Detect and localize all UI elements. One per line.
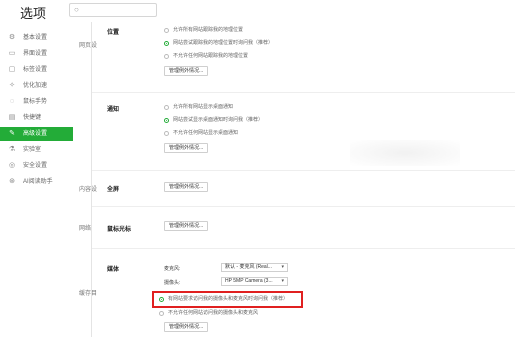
flask-icon: ⚗ bbox=[8, 146, 16, 153]
sidebar-item-optimize[interactable]: ✧ 优化加速 bbox=[0, 79, 73, 93]
fullscreen-manage-button[interactable]: 管理例外情况... bbox=[164, 182, 209, 192]
highlight-box bbox=[152, 291, 303, 308]
sidebar-item-shortcuts[interactable]: ▤ 快捷键 bbox=[0, 111, 73, 125]
search-icon: ○ bbox=[74, 5, 79, 14]
media-title: 媒体 bbox=[107, 267, 120, 273]
page-title: 选项 bbox=[20, 6, 47, 21]
sidebar-item-tabs[interactable]: ▢ 标签设置 bbox=[0, 63, 73, 77]
blurred-area bbox=[350, 140, 460, 166]
pointer-manage-button[interactable]: 管理例外情况... bbox=[164, 221, 209, 231]
keyboard-icon: ▤ bbox=[8, 114, 16, 121]
sidebar-item-label: 界面设置 bbox=[23, 51, 48, 57]
radio-label: 不允许任何网站跟踪我的地理位置 bbox=[173, 53, 249, 59]
section-cache-label: 缓存目 bbox=[79, 291, 98, 297]
rocket-icon: ✧ bbox=[9, 82, 15, 89]
ai-icon: ⊛ bbox=[9, 178, 15, 185]
chevron-down-icon: ▾ bbox=[281, 264, 284, 270]
sidebar-item-label: 安全设置 bbox=[23, 163, 48, 169]
microphone-select[interactable]: 默认 - 麦克风 (Real... ▾ bbox=[221, 263, 288, 272]
camera-select[interactable]: HP 5MP Camera (3... ▾ bbox=[221, 277, 288, 286]
window-icon: ▭ bbox=[8, 50, 16, 57]
pointer-title: 鼠标光标 bbox=[107, 227, 132, 233]
sidebar-item-security[interactable]: ◎ 安全设置 bbox=[0, 159, 73, 173]
radio-label: 不允许任何网站显示桌面通知 bbox=[173, 130, 239, 136]
gear-icon: ⚙ bbox=[8, 34, 16, 41]
media-manage-button[interactable]: 管理例外情况... bbox=[164, 322, 209, 332]
fullscreen-title: 全屏 bbox=[107, 187, 120, 193]
radio-circle bbox=[164, 54, 169, 59]
location-title: 位置 bbox=[107, 30, 120, 36]
camera-select-value: HP 5MP Camera (3... bbox=[225, 278, 273, 284]
chevron-down-icon: ▾ bbox=[281, 278, 284, 284]
sidebar-item-label: 基本设置 bbox=[23, 35, 48, 41]
section-web-label: 网页设 bbox=[79, 43, 98, 49]
section-content-label: 内容设 bbox=[79, 187, 98, 193]
options-window: 选项 ○ ⚙ 基本设置 ▭ 界面设置 ▢ 标签设置 ✧ 优化加速 ◌ 鼠标手势 ▤ 快捷键 … bbox=[0, 0, 515, 337]
microphone-select-value: 默认 - 麦克风 (Real... bbox=[225, 264, 272, 270]
section-network-label: 网络 bbox=[79, 226, 92, 232]
top-bar: 选项 ○ bbox=[0, 0, 515, 22]
radio-circle bbox=[164, 131, 169, 136]
sidebar-item-basic[interactable]: ⚙ 基本设置 bbox=[0, 31, 73, 45]
search-input[interactable]: ○ bbox=[69, 3, 157, 17]
radio-label: 允许所有网站跟踪我的地理位置 bbox=[173, 27, 244, 33]
section-divider bbox=[91, 22, 92, 337]
sidebar-item-label: 标签设置 bbox=[23, 67, 48, 73]
location-manage-button[interactable]: 管理例外情况... bbox=[164, 66, 209, 76]
sidebar-item-gestures[interactable]: ◌ 鼠标手势 bbox=[0, 95, 73, 109]
tools-icon: ✎ bbox=[9, 130, 15, 137]
sidebar-item-label: 鼠标手势 bbox=[23, 99, 48, 105]
radio-circle-checked bbox=[164, 118, 169, 123]
sidebar-item-interface[interactable]: ▭ 界面设置 bbox=[0, 47, 73, 61]
microphone-label: 麦克风: bbox=[164, 266, 181, 272]
sidebar-item-label: 优化加速 bbox=[23, 83, 48, 89]
shield-icon: ◎ bbox=[8, 162, 16, 169]
sidebar-item-advanced[interactable]: ✎ 高级设置 bbox=[0, 127, 73, 141]
separator bbox=[92, 170, 515, 171]
separator bbox=[92, 92, 515, 93]
radio-circle bbox=[159, 311, 164, 316]
sidebar-item-label: 实验室 bbox=[23, 147, 42, 153]
mouse-icon: ◌ bbox=[9, 98, 15, 105]
radio-circle bbox=[164, 105, 169, 110]
radio-label: 允许所有网站显示桌面通知 bbox=[173, 104, 234, 110]
sidebar-item-label: 快捷键 bbox=[23, 115, 42, 121]
sidebar-item-ai[interactable]: ⊛ AI阅读助手 bbox=[0, 175, 73, 189]
tab-icon: ▢ bbox=[8, 66, 16, 73]
radio-circle bbox=[164, 28, 169, 33]
sidebar-item-label: 高级设置 bbox=[23, 131, 48, 137]
notification-manage-button[interactable]: 管理例外情况... bbox=[164, 143, 209, 153]
separator bbox=[92, 206, 515, 207]
separator bbox=[92, 248, 515, 249]
sidebar-item-lab[interactable]: ⚗ 实验室 bbox=[0, 143, 73, 157]
radio-circle-checked bbox=[164, 41, 169, 46]
radio-label: 网站尝试跟踪我的地理位置时询问我（推荐） bbox=[173, 40, 274, 46]
radio-label: 网站尝试显示桌面通知时询问我（推荐） bbox=[173, 117, 264, 123]
radio-label: 不允许任何网站访问我的摄像头和麦克风 bbox=[168, 310, 259, 316]
sidebar-item-label: AI阅读助手 bbox=[23, 179, 53, 185]
sidebar: ⚙ 基本设置 ▭ 界面设置 ▢ 标签设置 ✧ 优化加速 ◌ 鼠标手势 ▤ 快捷键 ✎ 高级设置… bbox=[0, 22, 73, 337]
camera-label: 摄像头: bbox=[164, 280, 181, 286]
notification-title: 通知 bbox=[107, 107, 120, 113]
